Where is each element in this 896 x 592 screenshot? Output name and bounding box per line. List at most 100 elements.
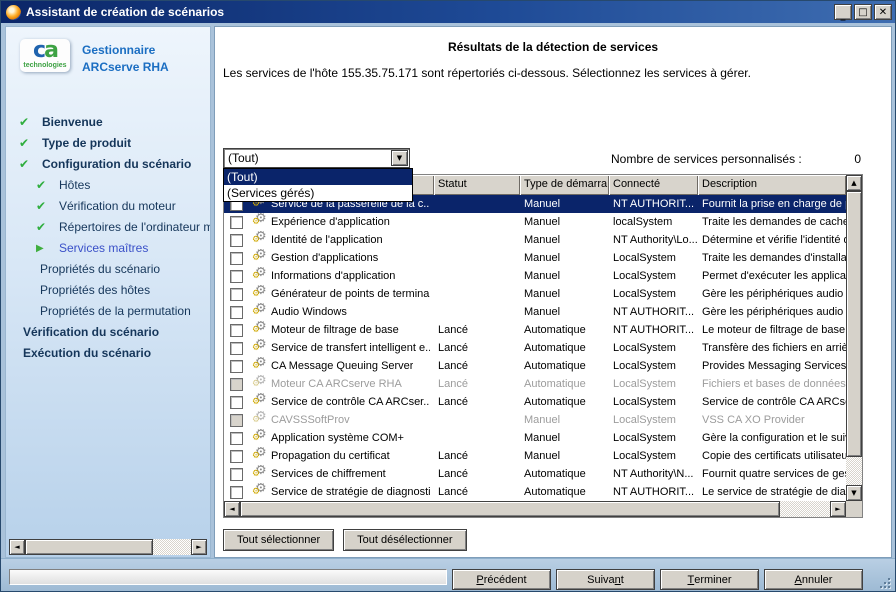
app-icon — [6, 5, 21, 20]
column-header-status[interactable]: Statut — [434, 175, 520, 195]
service-select-cell — [224, 465, 248, 483]
table-row[interactable]: ⚙⚙Audio WindowsManuelNT AUTHORIT...Gère … — [224, 303, 846, 321]
table-scroll-left-icon: ◄ — [229, 505, 234, 513]
close-button[interactable]: ✕ — [874, 4, 892, 20]
finish-button[interactable]: Terminer — [660, 569, 759, 590]
service-startup-type: Manuel — [520, 285, 609, 303]
sidebar-step-item[interactable]: ✔Répertoires de l'ordinateur maîtr — [6, 217, 210, 238]
service-name: Expérience d'application — [271, 216, 390, 228]
table-row[interactable]: ⚙⚙Service de stratégie de diagnosticLanc… — [224, 483, 846, 501]
sidebar-step-label: Type de produit — [42, 136, 131, 150]
table-scroll-right-button[interactable]: ► — [830, 501, 846, 517]
service-checkbox[interactable] — [230, 414, 243, 427]
service-status — [434, 411, 520, 429]
table-row[interactable]: ⚙⚙Application système COM+ManuelLocalSys… — [224, 429, 846, 447]
service-checkbox[interactable] — [230, 486, 243, 499]
services-table-content: StatutType de démarraConnectéDescription… — [224, 175, 846, 501]
service-checkbox[interactable] — [230, 468, 243, 481]
service-description: Gère les périphériques audio po — [698, 303, 846, 321]
sidebar-scroll-thumb[interactable] — [25, 539, 153, 555]
service-description: Provides Messaging Services to — [698, 357, 846, 375]
ca-logo: ca technologies — [20, 39, 70, 72]
next-button[interactable]: Suivant — [556, 569, 655, 590]
previous-button[interactable]: Précédent — [452, 569, 551, 590]
resize-grip[interactable] — [879, 577, 891, 589]
table-row[interactable]: ⚙⚙Service de contrôle CA ARCser...LancéA… — [224, 393, 846, 411]
table-row[interactable]: ⚙⚙Informations d'applicationManuelLocalS… — [224, 267, 846, 285]
service-gear-icon: ⚙⚙ — [252, 268, 269, 284]
sidebar-step-label: Bienvenue — [42, 115, 103, 129]
horizontal-scroll-thumb[interactable] — [240, 501, 780, 517]
horizontal-scroll-track[interactable] — [780, 501, 830, 517]
service-name-cell: ⚙⚙Moteur CA ARCserve RHA — [248, 375, 434, 393]
sidebar-horizontal-scrollbar[interactable]: ◄ ► — [9, 539, 207, 555]
deselect-all-button[interactable]: Tout désélectionner — [343, 529, 466, 551]
table-scroll-right-icon: ► — [835, 505, 840, 513]
service-name-cell: ⚙⚙Service de contrôle CA ARCser... — [248, 393, 434, 411]
scroll-down-button[interactable]: ▼ — [846, 485, 862, 501]
table-row[interactable]: ⚙⚙Gestion d'applicationsManuelLocalSyste… — [224, 249, 846, 267]
table-row[interactable]: ⚙⚙Moteur de filtrage de baseLancéAutomat… — [224, 321, 846, 339]
horizontal-scrollbar[interactable]: ◄ ► — [224, 501, 846, 517]
service-description: Permet d'exécuter les applicatio — [698, 267, 846, 285]
table-row[interactable]: ⚙⚙CAVSSSoftProvManuelLocalSystemVSS CA X… — [224, 411, 846, 429]
sidebar-step-item[interactable]: Propriétés du scénario — [6, 259, 210, 280]
vertical-scroll-thumb[interactable] — [846, 191, 862, 457]
selection-buttons: Tout sélectionner Tout désélectionner — [223, 529, 467, 551]
table-row[interactable]: ⚙⚙Expérience d'applicationManuellocalSys… — [224, 213, 846, 231]
table-row[interactable]: ⚙⚙Identité de l'applicationManuelNT Auth… — [224, 231, 846, 249]
sidebar-step-item[interactable]: ✔Vérification du moteur — [6, 196, 210, 217]
service-status — [434, 249, 520, 267]
service-checkbox[interactable] — [230, 234, 243, 247]
service-checkbox[interactable] — [230, 360, 243, 373]
service-checkbox[interactable] — [230, 378, 243, 391]
sidebar-step-item[interactable]: ✔Hôtes — [6, 175, 210, 196]
table-row[interactable]: ⚙⚙Service de transfert intelligent e...L… — [224, 339, 846, 357]
sidebar-step-item[interactable]: Propriétés de la permutation — [6, 301, 210, 322]
service-checkbox[interactable] — [230, 216, 243, 229]
service-checkbox[interactable] — [230, 432, 243, 445]
services-filter-select[interactable]: (Tout) ▼ — [223, 148, 410, 168]
sidebar-step-item[interactable]: Exécution du scénario — [6, 343, 210, 364]
titlebar[interactable]: Assistant de création de scénarios _ □ ✕ — [1, 1, 895, 23]
sidebar-step-item[interactable]: Vérification du scénario — [6, 322, 210, 343]
filter-option[interactable]: (Tout) — [224, 169, 412, 185]
column-header-logon[interactable]: Connecté — [609, 175, 698, 195]
sidebar-step-label: Exécution du scénario — [23, 346, 151, 360]
maximize-button[interactable]: □ — [854, 4, 872, 20]
sidebar-step-item[interactable]: ✔Type de produit — [6, 133, 210, 154]
table-row[interactable]: ⚙⚙CA Message Queuing ServerLancéAutomati… — [224, 357, 846, 375]
vertical-scroll-track[interactable] — [846, 457, 862, 485]
sidebar-step-item[interactable]: Propriétés des hôtes — [6, 280, 210, 301]
service-checkbox[interactable] — [230, 306, 243, 319]
scroll-right-button[interactable]: ► — [191, 539, 207, 555]
table-row[interactable]: ⚙⚙Moteur CA ARCserve RHALancéAutomatique… — [224, 375, 846, 393]
select-all-button[interactable]: Tout sélectionner — [223, 529, 334, 551]
service-checkbox[interactable] — [230, 396, 243, 409]
service-checkbox[interactable] — [230, 324, 243, 337]
scroll-left-button[interactable]: ◄ — [9, 539, 25, 555]
sidebar-step-item[interactable]: ▶Services maîtres — [6, 238, 210, 259]
sidebar-step-item[interactable]: ✔Bienvenue — [6, 112, 210, 133]
table-row[interactable]: ⚙⚙Propagation du certificatLancéManuelLo… — [224, 447, 846, 465]
service-checkbox[interactable] — [230, 342, 243, 355]
filter-option[interactable]: (Services gérés) — [224, 185, 412, 201]
cancel-button[interactable]: Annuler — [764, 569, 863, 590]
vertical-scrollbar[interactable]: ▲ ▼ — [846, 175, 862, 501]
service-checkbox[interactable] — [230, 252, 243, 265]
service-checkbox[interactable] — [230, 288, 243, 301]
service-checkbox[interactable] — [230, 450, 243, 463]
sidebar-scroll-track[interactable] — [153, 539, 191, 555]
service-checkbox[interactable] — [230, 270, 243, 283]
service-startup-type: Automatique — [520, 465, 609, 483]
minimize-button[interactable]: _ — [834, 4, 852, 20]
service-logon-as: NT AUTHORIT... — [609, 483, 698, 501]
column-header-startup[interactable]: Type de démarra — [520, 175, 609, 195]
sidebar-step-item[interactable]: ✔Configuration du scénario — [6, 154, 210, 175]
column-header-description[interactable]: Description — [698, 175, 846, 195]
table-scroll-left-button[interactable]: ◄ — [224, 501, 240, 517]
filter-dropdown-button[interactable]: ▼ — [391, 150, 408, 166]
table-row[interactable]: ⚙⚙Services de chiffrementLancéAutomatiqu… — [224, 465, 846, 483]
table-row[interactable]: ⚙⚙Générateur de points de termina...Manu… — [224, 285, 846, 303]
scroll-up-button[interactable]: ▲ — [846, 175, 862, 191]
